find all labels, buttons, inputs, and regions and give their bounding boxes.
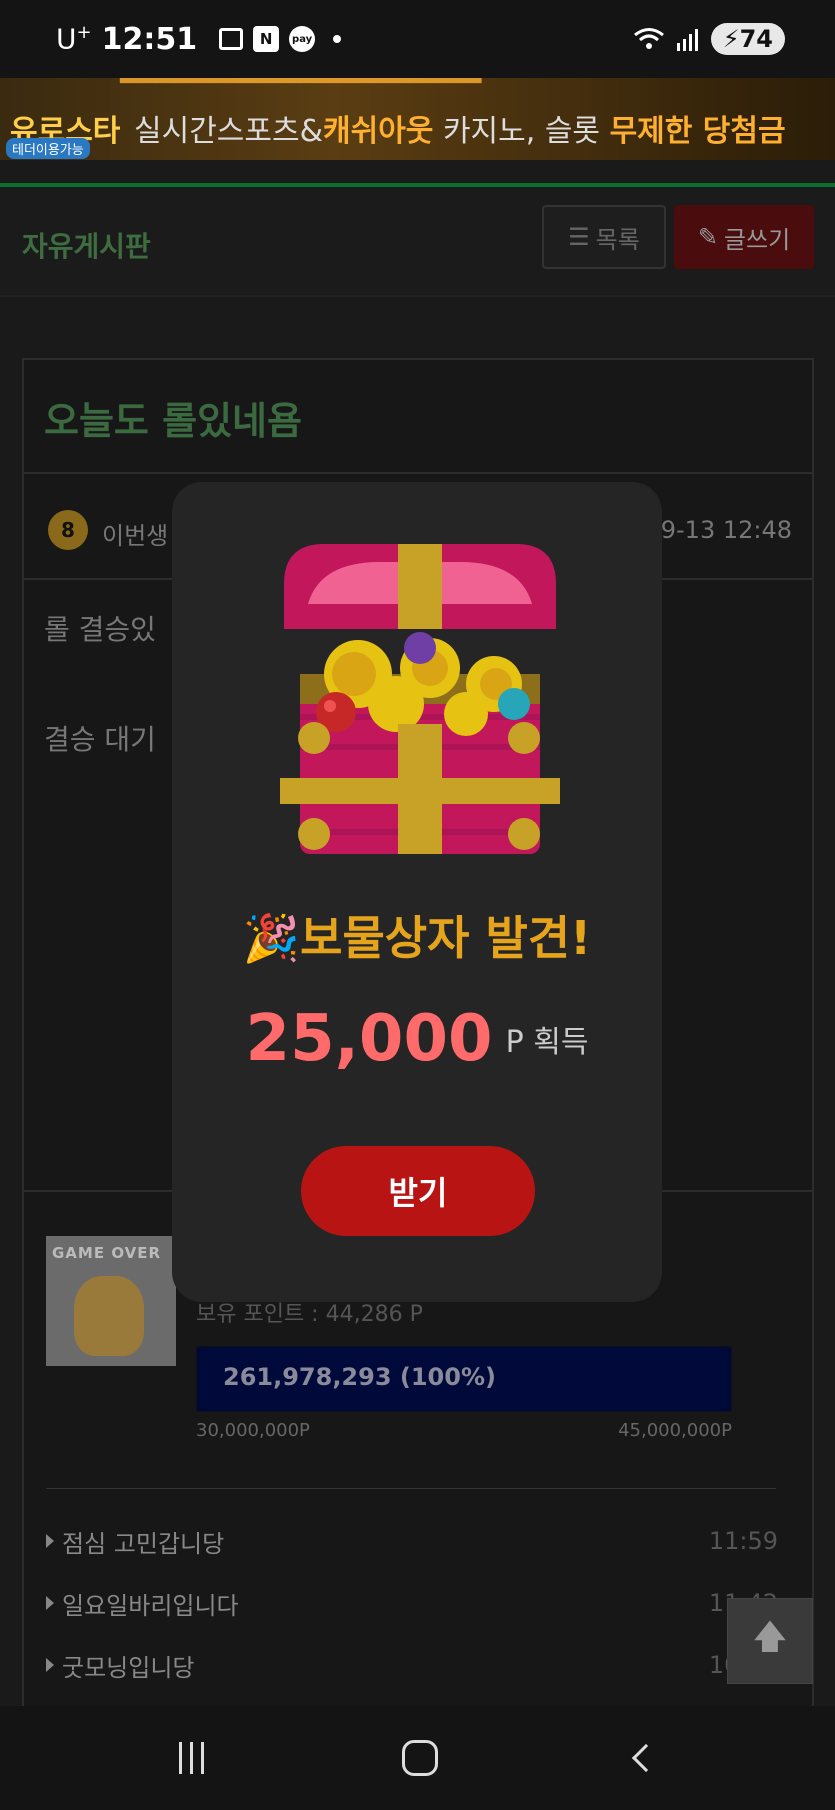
signal-icon [676, 29, 698, 51]
board-title[interactable]: 자유게시판 [22, 225, 151, 265]
battery-indicator: ⚡74 [710, 23, 785, 55]
bear-character-icon [74, 1276, 144, 1356]
notification-dot-icon [333, 35, 342, 43]
banner-copy: 실시간스포츠&캐쉬아웃 카지노, 슬롯 무제한 당첨금 [134, 114, 786, 149]
post-author[interactable]: 이번생 [102, 516, 168, 551]
list-icon: ☰ [568, 223, 590, 251]
naver-icon: N [253, 26, 280, 52]
progress-max-label: 45,000,000P [618, 1420, 732, 1441]
bullet-icon [46, 1658, 54, 1672]
ad-banner[interactable]: ━━━━━━━━━━━━━━━━━━━━ 유로스타 테더이용가능 실시간스포츠&… [0, 78, 835, 160]
treasure-chest-icon [280, 544, 560, 854]
profile-image: GAME OVER [46, 1236, 176, 1366]
post-body: 롤 결승있 결승 대기 [44, 608, 156, 828]
level-progress-bar: 261,978,293 (100%) [196, 1346, 732, 1412]
progress-text: 261,978,293 (100%) [223, 1363, 496, 1391]
reward-amount: 25,000 [245, 1002, 493, 1076]
calendar-icon [219, 28, 244, 50]
list-item[interactable]: 굿모닝입니당10:48 [46, 1634, 778, 1696]
home-icon[interactable] [402, 1740, 438, 1776]
clock: 12:51 [101, 21, 198, 57]
scroll-to-top-button[interactable]: 🡅 [727, 1598, 813, 1684]
bullet-icon [46, 1534, 54, 1548]
level-badge-icon: 8 [48, 510, 88, 550]
related-post-title[interactable]: 굿모닝입니당 [62, 1648, 194, 1683]
claim-button[interactable]: 받기 [301, 1146, 535, 1236]
post-body-line: 결승 대기 [44, 723, 156, 756]
list-item[interactable]: 일요일바리입니다11:42 [46, 1572, 778, 1634]
related-post-title[interactable]: 점심 고민갑니당 [62, 1524, 224, 1559]
write-button-label: 글쓰기 [723, 225, 791, 254]
profile-caption: GAME OVER [52, 1244, 162, 1262]
reward-line: 25,000 P 획득 [172, 1002, 662, 1076]
write-button[interactable]: ✎ 글쓰기 [674, 205, 814, 269]
bullet-icon [46, 1596, 54, 1610]
list-button-label: 목록 [595, 225, 640, 254]
status-bar: U+ 12:51 N pay ⚡74 [0, 0, 835, 78]
arrow-up-icon: 🡅 [752, 1616, 788, 1657]
board-header: 자유게시판 ☰ 목록 ✎ 글쓰기 [0, 187, 835, 297]
post-title: 오늘도 롤있네욤 [44, 399, 302, 443]
related-post-title[interactable]: 일요일바리입니다 [62, 1586, 239, 1621]
list-button[interactable]: ☰ 목록 [542, 205, 666, 269]
progress-min-label: 30,000,000P [196, 1420, 310, 1441]
wifi-icon [633, 28, 664, 49]
pencil-icon: ✎ [697, 223, 718, 251]
post-date: 09-13 12:48 [645, 516, 792, 544]
recent-apps-icon[interactable] [179, 1742, 204, 1774]
banner-tag: 테더이용가능 [6, 138, 90, 159]
banner-top-text: ━━━━━━━━━━━━━━━━━━━━ [120, 78, 482, 99]
navigation-bar [0, 1706, 835, 1810]
pay-icon: pay [289, 26, 316, 52]
divider [46, 1488, 776, 1489]
post-body-line: 롤 결승있 [44, 613, 156, 646]
carrier-label: U+ [56, 22, 92, 56]
reward-unit: P 획득 [505, 1025, 589, 1060]
related-posts-list: 점심 고민갑니당 11:59 일요일바리입니다11:42 굿모닝입니당10:48 [46, 1510, 778, 1696]
back-icon[interactable] [631, 1743, 661, 1773]
list-item[interactable]: 점심 고민갑니당 11:59 [46, 1510, 778, 1572]
related-post-time: 11:59 [708, 1527, 778, 1555]
modal-title: 🎉보물상자 발견! [242, 911, 592, 965]
treasure-chest-modal: 🎉보물상자 발견! 25,000 P 획득 받기 [172, 482, 662, 1302]
